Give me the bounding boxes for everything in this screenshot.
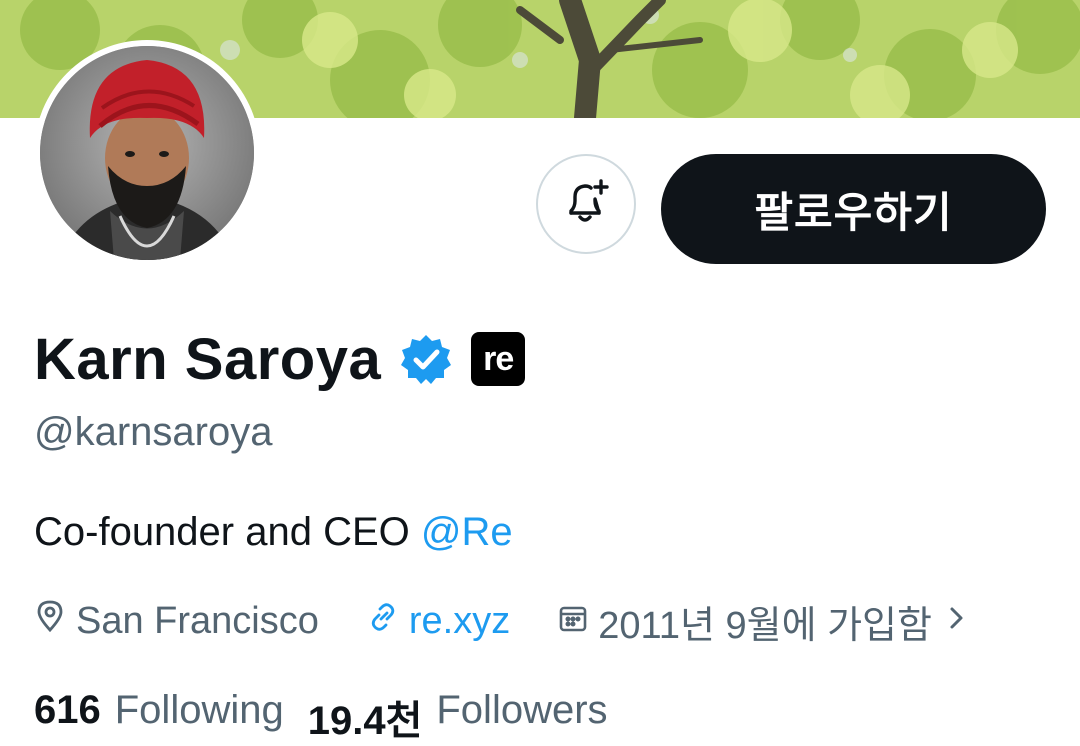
verified-badge-icon[interactable] <box>399 332 453 386</box>
display-name: Karn Saroya <box>34 326 382 392</box>
profile-handle: @karnsaroya <box>34 410 273 454</box>
location-item: San Francisco <box>34 599 319 643</box>
notify-button[interactable] <box>536 154 636 254</box>
profile-meta-row: San Francisco re.xyz 2011년 9월에 가입함 <box>34 594 966 649</box>
location-text: San Francisco <box>76 599 319 642</box>
following-stat[interactable]: 616 Following <box>34 688 284 746</box>
bio-mention-link[interactable]: @Re <box>421 510 513 554</box>
name-row: Karn Saroya re <box>34 322 526 396</box>
website-text[interactable]: re.xyz <box>409 600 510 643</box>
location-pin-icon <box>34 599 66 643</box>
followers-count: 19.4천 <box>307 699 423 743</box>
website-link[interactable]: re.xyz <box>367 600 510 643</box>
follow-button[interactable]: 팔로우하기 <box>661 154 1046 264</box>
profile-bio: Co-founder and CEO @Re <box>34 510 513 555</box>
bio-text: Co-founder and CEO <box>34 510 421 554</box>
avatar[interactable] <box>40 46 254 260</box>
avatar-ring <box>34 40 260 266</box>
following-count: 616 <box>34 688 101 732</box>
joined-text: 2011년 9월에 가입함 <box>598 604 932 647</box>
affiliation-badge[interactable]: re <box>471 332 526 386</box>
joined-item[interactable]: 2011년 9월에 가입함 <box>558 594 966 649</box>
calendar-icon <box>558 600 588 643</box>
link-icon <box>367 600 399 643</box>
profile-stats-row: 616 Following 19.4천 Followers <box>34 688 608 746</box>
bell-plus-icon <box>559 175 613 234</box>
chevron-right-icon[interactable] <box>946 600 966 643</box>
followers-label: Followers <box>436 688 608 732</box>
followers-stat[interactable]: 19.4천 Followers <box>308 688 608 746</box>
following-label: Following <box>114 688 284 732</box>
